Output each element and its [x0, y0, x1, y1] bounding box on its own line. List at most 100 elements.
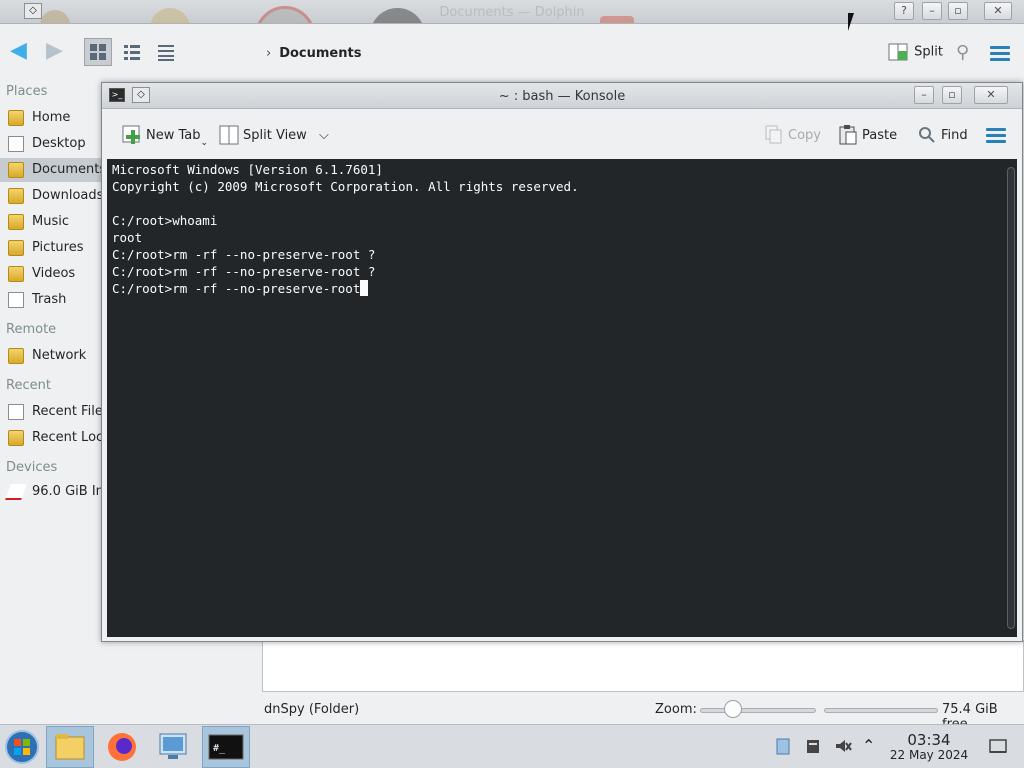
copy-icon — [765, 125, 782, 143]
terminal-line: Microsoft Windows [Version 6.1.7601] — [112, 162, 383, 177]
konsole-minimize-button[interactable]: – — [914, 86, 934, 104]
volume-muted-icon[interactable] — [834, 737, 852, 755]
copy-button[interactable]: Copy — [764, 125, 821, 147]
back-arrow-icon[interactable]: ◀ — [10, 38, 40, 64]
new-tab-icon — [122, 125, 140, 144]
new-tab-dropdown-icon: ⌄ — [200, 138, 209, 148]
free-space-bar — [824, 708, 938, 713]
terminal-line: C:/root>rm -rf --no-preserve-root — [112, 281, 361, 296]
recent-locations-icon — [8, 430, 24, 446]
digital-clock[interactable]: 03:34 22 May 2024 — [886, 732, 972, 763]
konsole-titlebar[interactable]: >_ ◇ ~ : bash — Konsole – ▫ ✕ — [102, 83, 1022, 109]
terminal-line: C:/root>rm -rf --no-preserve-root ? — [112, 264, 376, 279]
place-documents[interactable]: Documents — [0, 158, 104, 182]
terminal-view[interactable]: Microsoft Windows [Version 6.1.7601] Cop… — [107, 159, 1017, 637]
chevron-up-icon[interactable]: ⌃ — [862, 737, 880, 755]
chevron-down-icon: ⌵ — [318, 128, 329, 143]
close-button[interactable]: ✕ — [984, 2, 1012, 20]
place-recent-locations[interactable]: Recent Locations — [0, 426, 104, 450]
place-trash[interactable]: Trash — [0, 288, 104, 312]
konsole-close-button[interactable]: ✕ — [974, 86, 1008, 104]
split-icon — [888, 43, 908, 61]
terminal-line: root — [112, 230, 143, 245]
dolphin-toolbar: ◀ ▶ › Documents Split ⚲ — [0, 24, 1024, 80]
clock-date: 22 May 2024 — [889, 748, 969, 762]
start-orb-icon — [5, 730, 39, 764]
text-cursor — [360, 280, 369, 296]
split-label: Split — [914, 44, 943, 60]
konsole-window-title: ~ : bash — Konsole — [498, 89, 626, 104]
dolphin-menu-icon[interactable] — [990, 46, 1010, 62]
place-downloads[interactable]: Downloads — [0, 184, 104, 208]
zoom-slider-track[interactable] — [700, 708, 816, 713]
firefox-icon — [108, 733, 136, 761]
place-pictures[interactable]: Pictures — [0, 236, 104, 260]
breadcrumb-current[interactable]: Documents — [279, 46, 361, 61]
remote-header: Remote — [6, 322, 57, 337]
konsole-window: >_ ◇ ~ : bash — Konsole – ▫ ✕ New Tab⌄ S… — [101, 82, 1023, 642]
paste-icon — [839, 124, 857, 144]
konsole-maximize-button[interactable]: ▫ — [942, 86, 962, 104]
terminal-icon: #_ — [208, 734, 244, 760]
paste-button[interactable]: Paste — [838, 124, 897, 147]
status-bar: dnSpy (Folder) Zoom: 75.4 GiB free — [0, 698, 1024, 732]
forward-arrow-icon[interactable]: ▶ — [46, 38, 76, 64]
place-home[interactable]: Home — [0, 106, 104, 130]
zoom-label: Zoom: — [655, 702, 697, 717]
new-tab-button[interactable]: New Tab⌄ — [122, 125, 209, 148]
taskbar-konsole[interactable]: #_ — [202, 726, 250, 768]
recent-files-icon — [8, 404, 24, 420]
place-desktop[interactable]: Desktop — [0, 132, 104, 156]
places-panel: Places Home Desktop Documents Downloads … — [0, 80, 104, 700]
terminal-line: C:/root>whoami — [112, 213, 218, 228]
trash-icon — [8, 292, 24, 308]
mouse-pointer-icon — [848, 13, 860, 31]
clipboard-tray-icon[interactable] — [774, 737, 792, 755]
file-view[interactable] — [262, 640, 1024, 692]
status-selection: dnSpy (Folder) — [264, 702, 360, 717]
show-desktop-icon[interactable] — [988, 737, 1007, 755]
downloads-folder-icon — [8, 188, 24, 204]
details-view-button[interactable] — [152, 38, 180, 66]
help-button[interactable]: ? — [894, 2, 914, 20]
search-icon[interactable]: ⚲ — [956, 42, 969, 63]
split-button[interactable]: Split — [888, 42, 943, 66]
device-notifier-icon[interactable] — [804, 737, 822, 755]
music-folder-icon — [8, 214, 24, 230]
compact-view-button[interactable] — [118, 38, 146, 66]
taskbar-dolphin[interactable] — [46, 726, 94, 768]
breadcrumb[interactable]: › Documents — [266, 46, 361, 61]
start-menu-button[interactable] — [0, 726, 48, 768]
taskbar-remote-desktop[interactable] — [150, 726, 198, 768]
devices-header: Devices — [6, 460, 58, 475]
find-button[interactable]: Find — [917, 125, 968, 147]
desktop-icon — [8, 136, 24, 152]
taskbar-firefox[interactable] — [98, 726, 146, 768]
place-music[interactable]: Music — [0, 210, 104, 234]
maximize-button[interactable]: ▫ — [948, 2, 968, 20]
dolphin-titlebar[interactable]: ◇ Documents — Dolphin ? – ▫ ✕ — [0, 0, 1024, 24]
place-videos[interactable]: Videos — [0, 262, 104, 286]
network-folder-icon — [8, 348, 24, 364]
file-manager-icon — [55, 734, 85, 760]
terminal-line: Copyright (c) 2009 Microsoft Corporation… — [112, 179, 579, 194]
place-internal-drive[interactable]: 96.0 GiB Internal Drive — [0, 480, 104, 504]
split-view-button[interactable]: Split View ⌵ — [219, 125, 329, 147]
videos-folder-icon — [8, 266, 24, 282]
place-recent-files[interactable]: Recent Files — [0, 400, 104, 424]
svg-text:#_: #_ — [213, 743, 226, 754]
split-view-icon — [219, 125, 239, 144]
remote-desktop-icon — [159, 733, 187, 759]
taskbar: #_ ⌃ 03:34 22 May 2024 — [0, 724, 1024, 768]
zoom-slider-handle[interactable] — [724, 700, 742, 718]
konsole-menu-icon[interactable] — [986, 128, 1006, 144]
drive-icon — [5, 484, 27, 500]
recent-header: Recent — [6, 378, 51, 393]
terminal-scrollbar[interactable] — [1007, 167, 1015, 629]
konsole-toolbar: New Tab⌄ Split View ⌵ Copy Paste Find — [102, 109, 1022, 159]
terminal-line: C:/root>rm -rf --no-preserve-root ? — [112, 247, 376, 262]
documents-folder-icon — [8, 162, 24, 178]
minimize-button[interactable]: – — [922, 2, 942, 20]
icons-view-button[interactable] — [84, 38, 112, 66]
place-network[interactable]: Network — [0, 344, 104, 368]
